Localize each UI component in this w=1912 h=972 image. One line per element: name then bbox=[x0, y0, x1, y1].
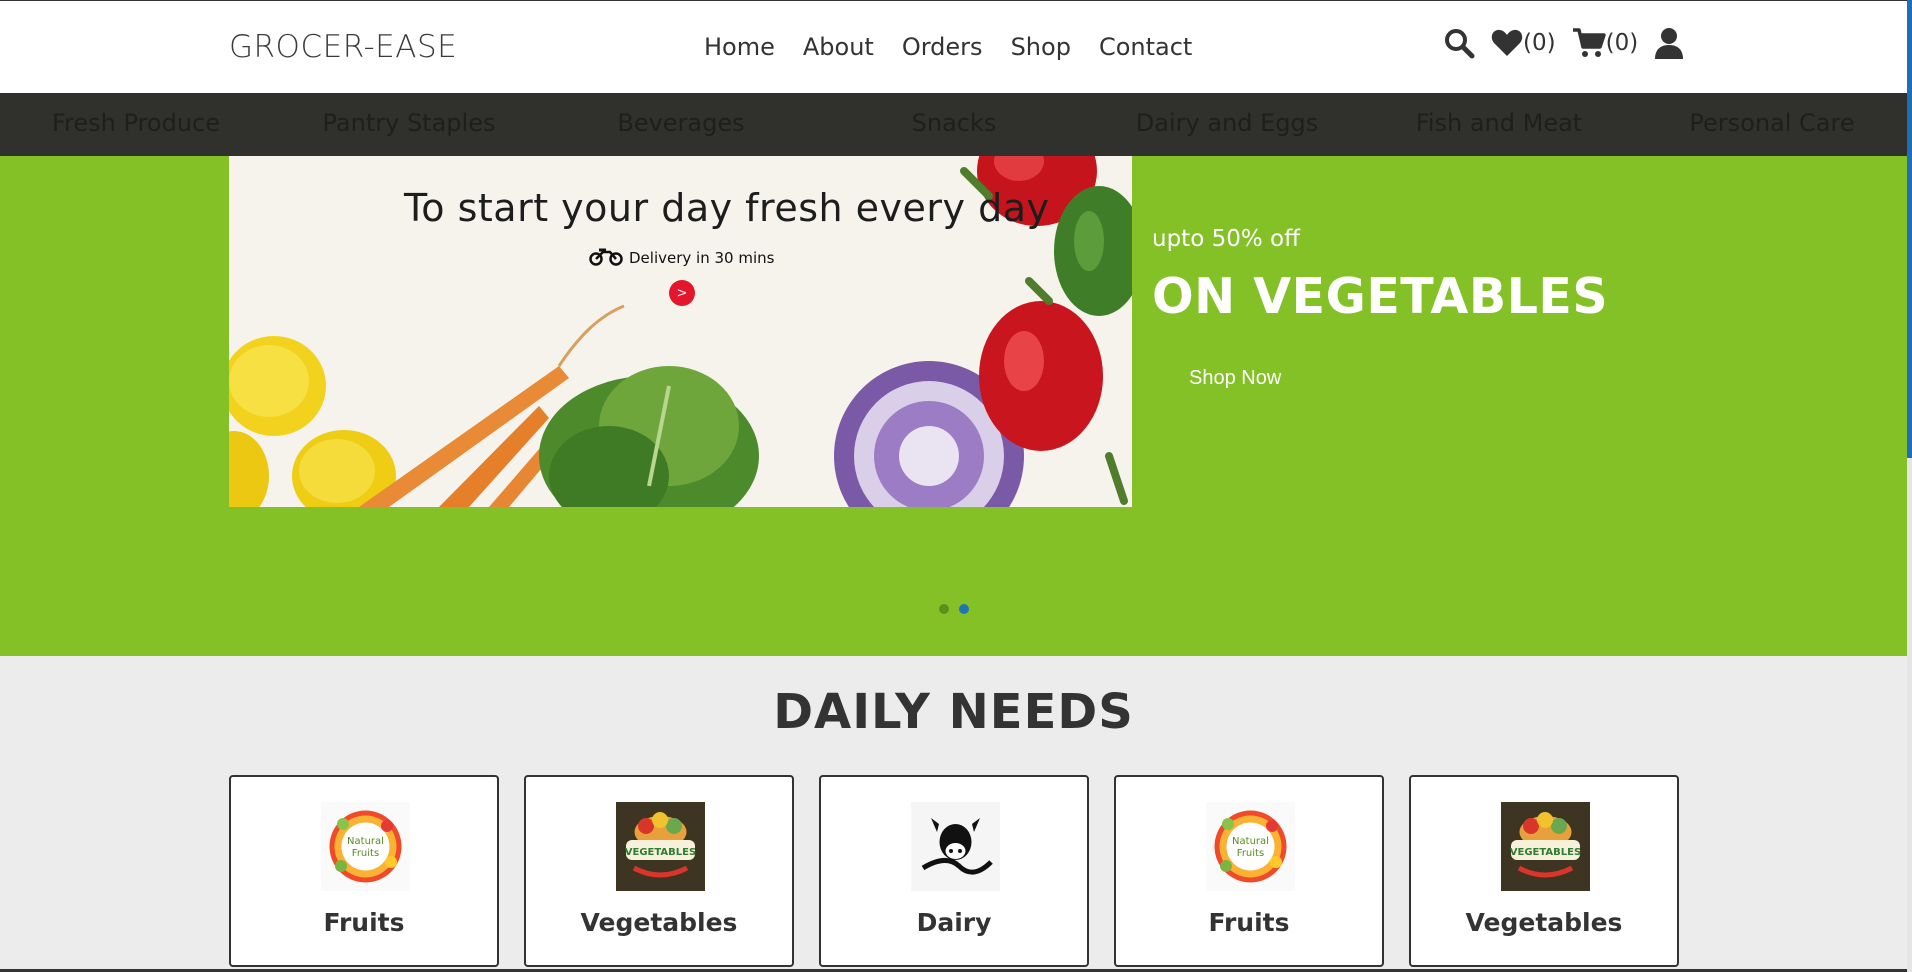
category-beverages[interactable]: Beverages bbox=[617, 109, 744, 137]
cart-icon bbox=[1572, 28, 1606, 58]
hero-slide-image[interactable]: To start your day fresh every day Delive… bbox=[229, 156, 1132, 507]
category-dairy-and-eggs[interactable]: Dairy and Eggs bbox=[1136, 109, 1318, 137]
nav-orders[interactable]: Orders bbox=[902, 33, 983, 61]
svg-text:VEGETABLES: VEGETABLES bbox=[625, 847, 696, 858]
slide-arrow-button[interactable]: > bbox=[669, 280, 695, 306]
category-fresh-produce[interactable]: Fresh Produce bbox=[52, 109, 220, 137]
cart-button[interactable]: (0) bbox=[1572, 28, 1639, 58]
card-label: Fruits bbox=[1208, 908, 1290, 937]
category-card-fruits-2[interactable]: Natural Fruits Fruits bbox=[1114, 775, 1384, 967]
card-label: Dairy bbox=[916, 908, 992, 937]
svg-text:Fruits: Fruits bbox=[1237, 848, 1264, 859]
category-snacks[interactable]: Snacks bbox=[912, 109, 997, 137]
delivery-text: Delivery in 30 mins bbox=[629, 249, 775, 267]
hero-carousel: To start your day fresh every day Delive… bbox=[0, 156, 1907, 656]
nav-contact[interactable]: Contact bbox=[1099, 33, 1192, 61]
category-card-vegetables-2[interactable]: VEGETABLES Vegetables bbox=[1409, 775, 1679, 967]
svg-text:Natural: Natural bbox=[347, 836, 384, 847]
delivery-info: Delivery in 30 mins bbox=[589, 246, 774, 270]
card-label: Vegetables bbox=[580, 908, 738, 937]
hero-offer: upto 50% off ON VEGETABLES bbox=[1152, 226, 1608, 325]
category-card-vegetables[interactable]: VEGETABLES Vegetables bbox=[524, 775, 794, 967]
search-button[interactable] bbox=[1443, 27, 1475, 59]
nav-home[interactable]: Home bbox=[704, 33, 775, 61]
cow-logo-icon bbox=[911, 802, 1000, 891]
category-card-fruits[interactable]: Natural Fruits Fruits bbox=[229, 775, 499, 967]
vegetables-logo-icon: VEGETABLES bbox=[1501, 802, 1590, 891]
scrollbar-track[interactable] bbox=[1907, 458, 1912, 972]
offer-title: ON VEGETABLES bbox=[1152, 268, 1609, 325]
motorbike-icon bbox=[589, 246, 623, 270]
header-tools: (0) (0) bbox=[1443, 27, 1700, 59]
main-nav: Home About Orders Shop Contact bbox=[704, 33, 1220, 61]
nav-shop[interactable]: Shop bbox=[1011, 33, 1071, 61]
vegetables-logo-icon: VEGETABLES bbox=[616, 802, 705, 891]
category-nav: Fresh Produce Pantry Staples Beverages S… bbox=[0, 93, 1907, 156]
category-fish-and-meat[interactable]: Fish and Meat bbox=[1416, 109, 1582, 137]
wishlist-count: (0) bbox=[1523, 30, 1556, 56]
section-title: DAILY NEEDS bbox=[773, 684, 1134, 740]
carousel-indicators bbox=[939, 604, 969, 614]
offer-subtitle: upto 50% off bbox=[1152, 226, 1300, 252]
nav-about[interactable]: About bbox=[803, 33, 874, 61]
brand-logo[interactable]: GROCER-EASE bbox=[229, 29, 457, 65]
account-button[interactable] bbox=[1654, 27, 1684, 59]
carousel-dot-1[interactable] bbox=[939, 604, 949, 614]
wishlist-button[interactable]: (0) bbox=[1491, 29, 1556, 57]
daily-needs-cards: Natural Fruits Fruits VEGETABLES Vegetab… bbox=[229, 775, 1679, 967]
top-header: GROCER-EASE Home About Orders Shop Conta… bbox=[0, 0, 1907, 93]
fruits-logo-icon: Natural Fruits bbox=[1206, 802, 1295, 891]
svg-text:VEGETABLES: VEGETABLES bbox=[1510, 847, 1581, 858]
fruits-logo-icon: Natural Fruits bbox=[321, 802, 410, 891]
slide-headline: To start your day fresh every day bbox=[404, 186, 1050, 230]
category-card-dairy[interactable]: Dairy bbox=[819, 775, 1089, 967]
cart-count: (0) bbox=[1605, 30, 1639, 56]
carousel-dot-2[interactable] bbox=[959, 604, 969, 614]
user-icon bbox=[1654, 27, 1684, 59]
card-label: Vegetables bbox=[1465, 908, 1623, 937]
category-pantry-staples[interactable]: Pantry Staples bbox=[323, 109, 496, 137]
heart-icon bbox=[1491, 29, 1523, 57]
search-icon bbox=[1443, 27, 1475, 59]
card-label: Fruits bbox=[323, 908, 405, 937]
category-personal-care[interactable]: Personal Care bbox=[1689, 109, 1854, 137]
svg-text:Fruits: Fruits bbox=[352, 848, 379, 859]
shop-now-button[interactable]: Shop Now bbox=[1189, 367, 1281, 390]
scrollbar-thumb[interactable] bbox=[1907, 0, 1912, 458]
svg-text:Natural: Natural bbox=[1232, 836, 1269, 847]
